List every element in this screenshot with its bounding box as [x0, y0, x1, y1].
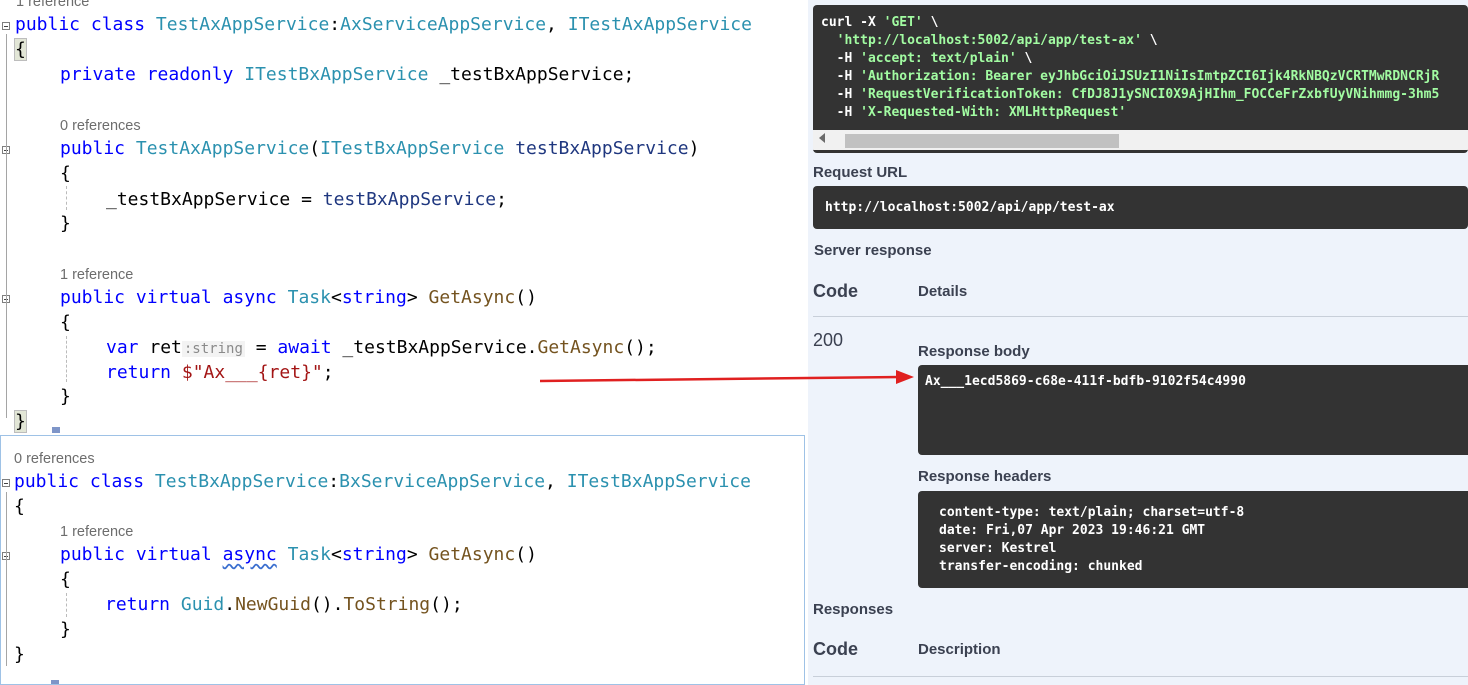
class-declaration: public class TestBxAppService:BxServiceA… — [14, 471, 751, 492]
method-open-brace: { — [60, 569, 71, 590]
curl-line: -H 'RequestVerificationToken: CfDJ8J1ySN… — [821, 87, 1440, 102]
outline-guide — [6, 34, 7, 418]
codelens-reference-count[interactable]: 1 reference — [60, 524, 133, 540]
scrollbar-thumb[interactable] — [845, 134, 1119, 148]
inlay-type-hint: :string — [181, 341, 245, 357]
request-url: http://localhost:5002/api/app/test-ax — [825, 200, 1115, 215]
codelens-reference-count[interactable]: 0 references — [60, 118, 141, 134]
outline-guide — [6, 492, 7, 666]
responses-label: Responses — [813, 601, 894, 618]
method-close-brace: } — [60, 619, 71, 640]
field-declaration: private readonly ITestBxAppService _test… — [60, 64, 635, 85]
details-column-header: Details — [918, 283, 968, 300]
class-open-brace: { — [14, 496, 25, 517]
curl-command-block[interactable]: curl -X 'GET' \ 'http://localhost:5002/a… — [813, 5, 1468, 153]
curl-line: 'http://localhost:5002/api/app/test-ax' … — [836, 33, 1158, 48]
response-header-line: transfer-encoding: chunked — [939, 559, 1143, 574]
method-open-brace: { — [60, 312, 71, 333]
collapse-toggle-icon[interactable] — [2, 22, 10, 30]
indent-guide — [66, 593, 67, 617]
indent-guide — [66, 336, 67, 382]
curl-line: curl -X 'GET' \ — [821, 15, 939, 30]
request-url-label: Request URL — [813, 164, 908, 181]
swagger-panel: curl -X 'GET' \ 'http://localhost:5002/a… — [808, 0, 1468, 685]
response-header-line: server: Kestrel — [939, 541, 1057, 556]
scroll-position-marker — [51, 680, 59, 684]
response-body: Ax___1ecd5869-c68e-411f-bdfb-9102f54c499… — [925, 374, 1246, 389]
divider — [813, 316, 1468, 317]
code-column-header: Code — [813, 281, 858, 301]
curl-line: -H 'Authorization: Bearer eyJhbGciOiJSUz… — [821, 69, 1440, 84]
scroll-left-icon[interactable] — [819, 133, 825, 143]
constructor-open-brace: { — [60, 163, 71, 184]
method-declaration: public virtual async Task<string> GetAsy… — [60, 544, 537, 565]
divider — [813, 676, 1468, 677]
indent-guide — [66, 186, 67, 210]
status-code: 200 — [813, 330, 844, 350]
codelens-reference-count[interactable]: 1 reference — [60, 267, 133, 283]
response-header-line: date: Fri,07 Apr 2023 19:46:21 GMT — [939, 523, 1206, 538]
description-column-header: Description — [918, 641, 1001, 658]
responses-code-header: Code — [813, 639, 858, 659]
request-url-box[interactable]: http://localhost:5002/api/app/test-ax — [813, 186, 1468, 229]
response-body-label: Response body — [918, 343, 1030, 360]
method-declaration: public virtual async Task<string> GetAsy… — [60, 287, 537, 308]
scroll-position-marker — [52, 427, 60, 433]
response-headers-box[interactable]: content-type: text/plain; charset=utf-8 … — [918, 491, 1468, 588]
server-response-label: Server response — [814, 242, 932, 259]
return-line: return $"Ax___{ret}"; — [106, 362, 334, 383]
curl-line: -H 'X-Requested-With: XMLHttpRequest' — [821, 105, 1127, 120]
code-editor-pane-a[interactable]: 1 reference public class TestAxAppServic… — [0, 0, 809, 433]
codelens-reference-count[interactable]: 0 references — [14, 451, 95, 467]
response-header-line: content-type: text/plain; charset=utf-8 — [939, 505, 1245, 520]
class-open-brace: { — [14, 38, 27, 61]
collapse-toggle-icon[interactable] — [2, 479, 10, 487]
var-ret-line: var ret:string = await _testBxAppService… — [106, 337, 657, 358]
method-close-brace: } — [60, 386, 71, 407]
class-close-brace: } — [14, 644, 25, 665]
constructor-close-brace: } — [60, 213, 71, 234]
constructor-declaration: public TestAxAppService(ITestBxAppServic… — [60, 138, 700, 159]
horizontal-scrollbar[interactable] — [813, 130, 1468, 150]
code-editor-pane-b[interactable]: 0 references public class TestBxAppServi… — [0, 435, 805, 685]
return-line: return Guid.NewGuid().ToString(); — [105, 594, 463, 615]
constructor-body: _testBxAppService = testBxAppService; — [106, 189, 507, 210]
codelens-reference-count[interactable]: 1 reference — [16, 0, 89, 10]
class-close-brace: } — [14, 410, 27, 433]
response-body-box[interactable]: Ax___1ecd5869-c68e-411f-bdfb-9102f54c499… — [918, 365, 1468, 455]
class-declaration: public class TestAxAppService:AxServiceA… — [15, 14, 752, 35]
curl-line: -H 'accept: text/plain' \ — [821, 51, 1033, 66]
response-headers-label: Response headers — [918, 468, 1052, 485]
